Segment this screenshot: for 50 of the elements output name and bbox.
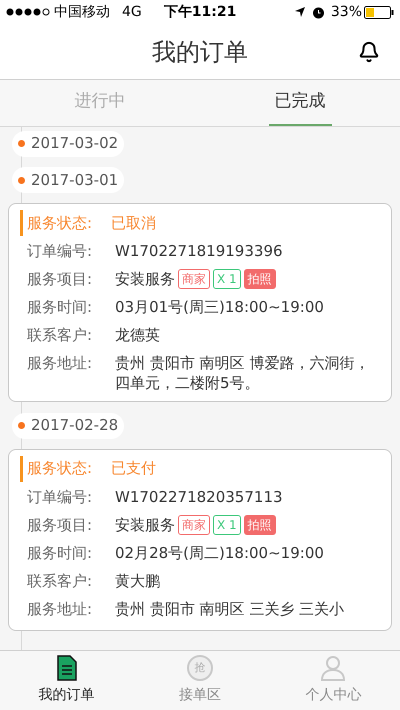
tag: 拍照: [244, 514, 276, 534]
field-label: 联系客户:: [27, 325, 94, 345]
field-label: 联系客户:: [27, 570, 94, 590]
tag: 拍照: [244, 269, 276, 289]
field-value: 03月01号(周三)18:00~19:00: [115, 297, 324, 317]
battery-percent: 33%: [330, 2, 362, 22]
signal-icon: [6, 8, 50, 16]
field-label: 订单编号:: [27, 241, 94, 261]
status-value: 已取消: [111, 212, 156, 234]
field-value: W1702271819193396: [115, 241, 283, 261]
tab[interactable]: 已完成: [268, 80, 332, 126]
field-value: 安装服务: [115, 514, 175, 534]
field-value: 贵州 贵阳市 南明区 三关乡 三关小: [115, 598, 344, 618]
person-icon: [320, 655, 346, 681]
tag: 商家: [178, 514, 210, 534]
field-value: 02月28号(周二)18:00~19:00: [115, 542, 324, 562]
date-pill: 2017-02-28: [12, 412, 124, 438]
field-label: 服务项目:: [27, 514, 94, 534]
field-value: 龙德英: [115, 325, 160, 345]
date-pill: 2017-03-02: [12, 130, 124, 156]
alarm-icon: [312, 6, 325, 18]
bottom-tab[interactable]: 我的订单: [0, 651, 134, 710]
date-pill: 2017-03-01: [12, 167, 124, 193]
carrier: 中国移动: [54, 2, 110, 22]
field-label: 服务时间:: [27, 297, 94, 317]
field-label: 服务项目:: [27, 269, 94, 289]
field-label: 订单编号:: [27, 486, 94, 506]
field-value: 黄大鹏: [115, 570, 160, 590]
battery-icon: [364, 6, 394, 18]
order-card[interactable]: 服务状态: 已支付 订单编号: W1702271820357113 服务项目: 安装服务 商家 X 1 拍照 服务时间: 02月28号(周二)18:00~19:00 联系客户: 黄大鹏 服务地址: 贵州 贵阳市 南明区 三关乡 三关小: [8, 448, 392, 630]
document-icon: [56, 655, 77, 681]
network: 4G: [122, 2, 142, 22]
field-label: 服务时间:: [27, 542, 94, 562]
status-label: 服务状态:: [26, 212, 94, 234]
grab-icon: 抢: [186, 655, 213, 681]
status-label: 服务状态:: [26, 458, 94, 480]
clock: 下午11:21: [164, 2, 236, 22]
order-card[interactable]: 服务状态: 已取消 订单编号: W1702271819193396 服务项目: 安装服务 商家 X 1 拍照 服务时间: 03月01号(周三)18:00~19:00 联系客户: 龙德英 服务地址: 贵州 贵阳市 南明区 博爱路，六洞街，四单元，二楼附5号。: [8, 203, 392, 402]
field-value: 安装服务: [115, 269, 175, 289]
notification-bell-icon[interactable]: [358, 41, 380, 63]
field-value: 贵州 贵阳市 南明区 博爱路，六洞街，四单元，二楼附5号。: [115, 353, 370, 393]
field-value: W1702271820357113: [115, 486, 283, 506]
location-icon: [294, 6, 306, 18]
tag: 商家: [178, 269, 210, 289]
field-label: 服务地址:: [27, 598, 94, 618]
status-value: 已支付: [111, 458, 156, 480]
page-title: 我的订单: [152, 36, 248, 68]
field-label: 服务地址:: [27, 353, 94, 373]
tag: X 1: [213, 514, 241, 534]
tag: X 1: [213, 269, 241, 289]
